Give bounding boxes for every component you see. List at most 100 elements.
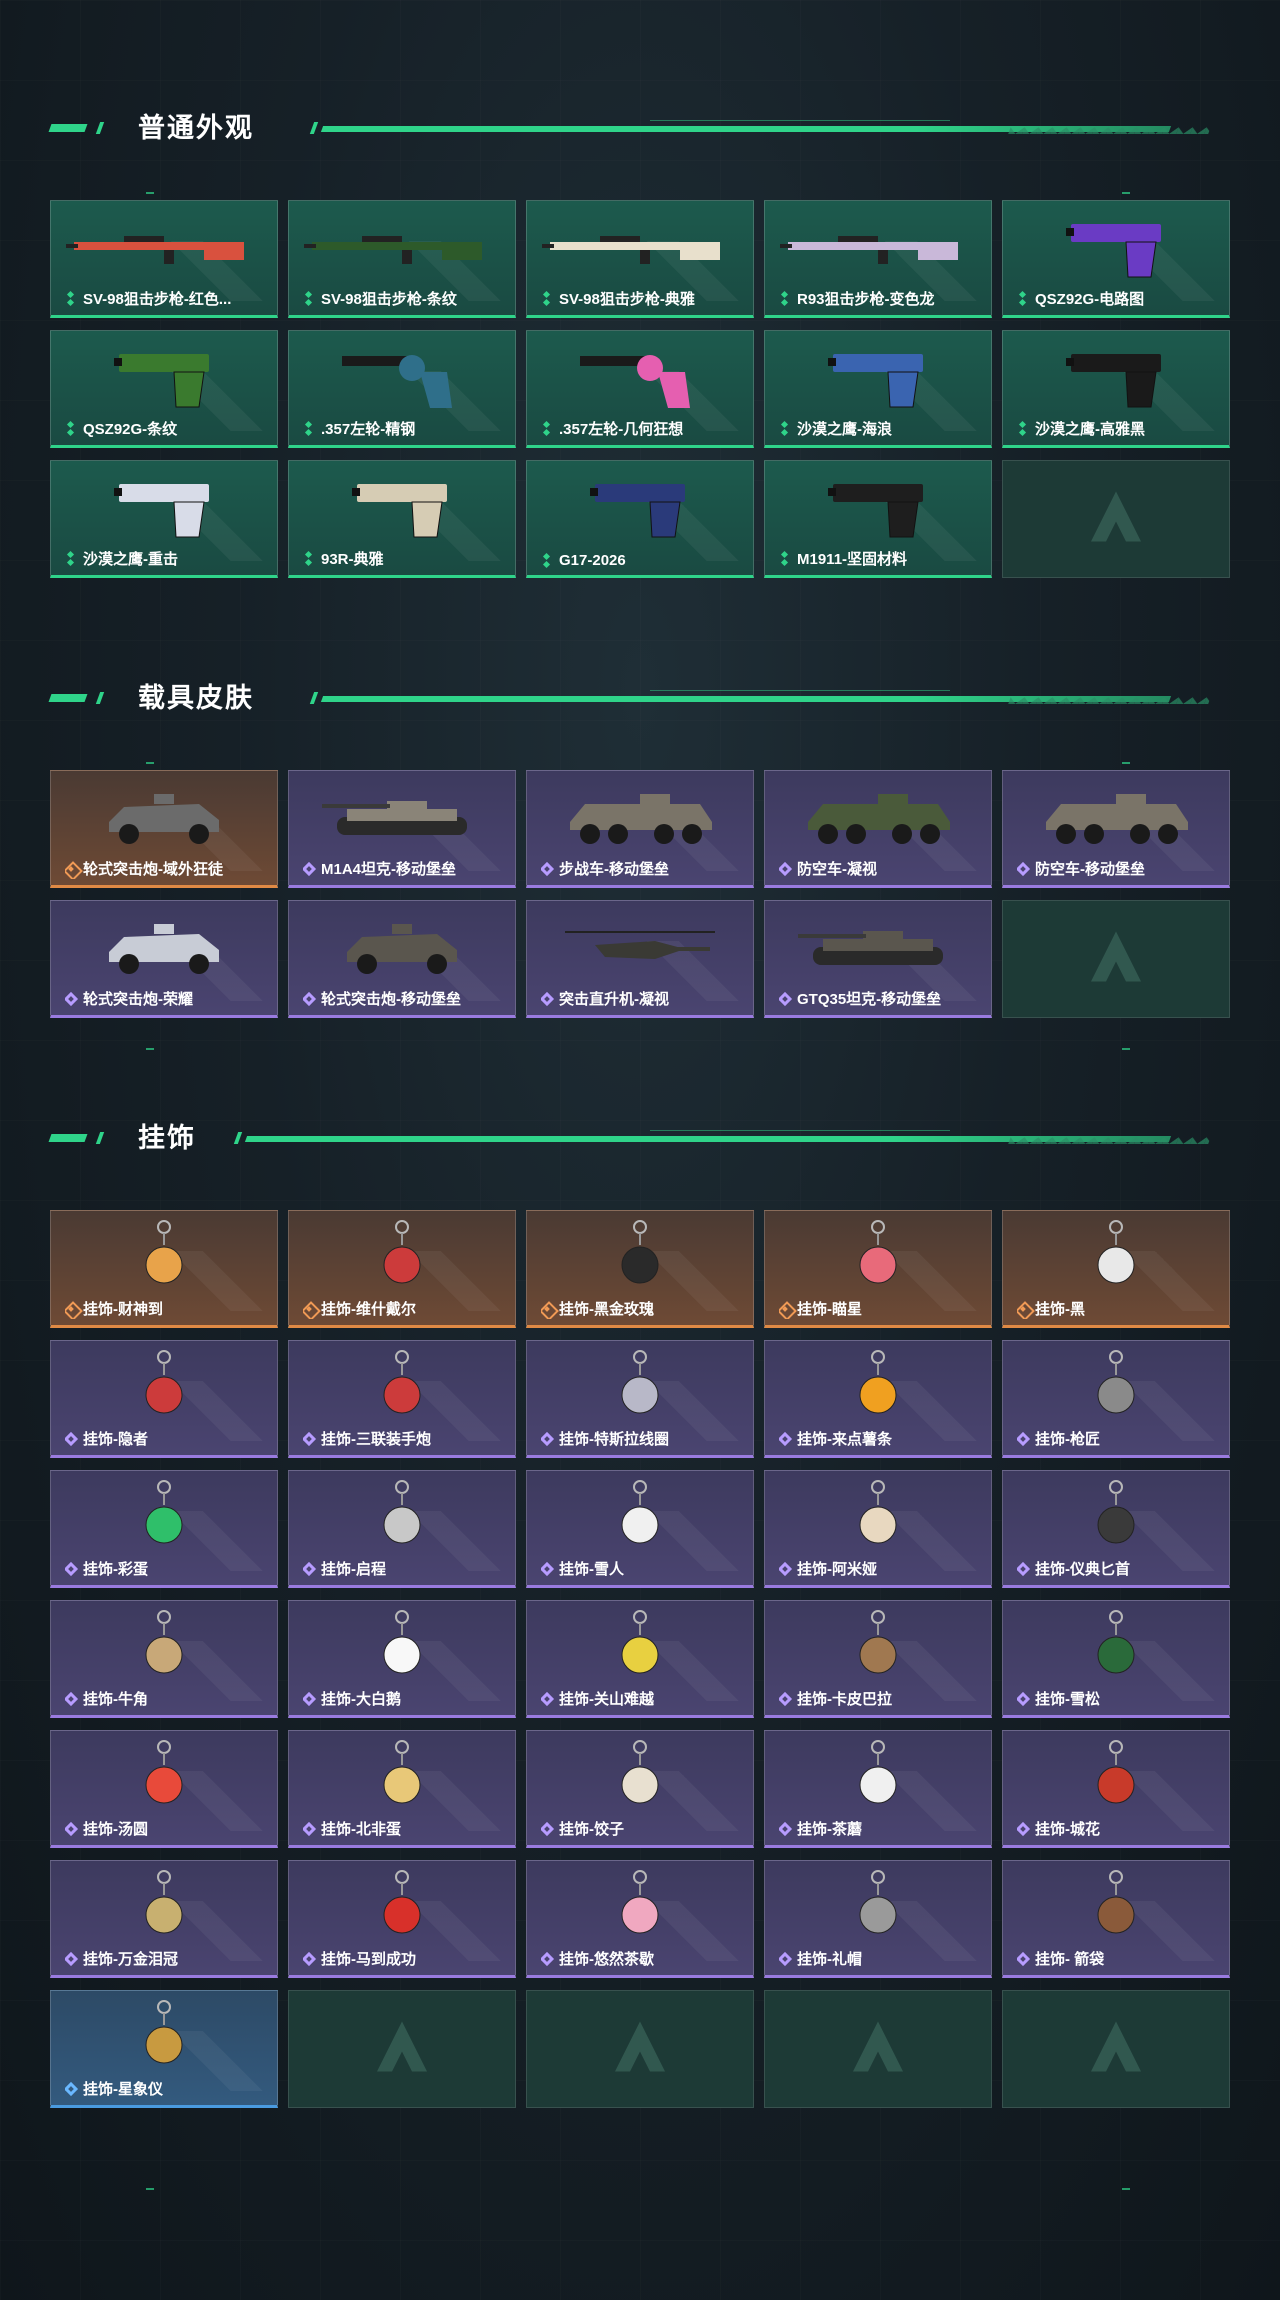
card-label: 防空车-移动堡垒 — [1017, 858, 1223, 879]
skin-card[interactable]: QSZ92G-电路图 — [1002, 200, 1230, 318]
rarity-icon — [303, 1301, 315, 1317]
skin-card[interactable]: 挂饰-北非蛋 — [288, 1730, 516, 1848]
pistol-icon — [765, 467, 991, 547]
skin-card[interactable]: 挂饰-大白鹅 — [288, 1600, 516, 1718]
skin-card[interactable]: .357左轮-精钢 — [288, 330, 516, 448]
skin-card[interactable]: 挂饰- 箭袋 — [1002, 1860, 1230, 1978]
skin-card[interactable]: 挂饰-牛角 — [50, 1600, 278, 1718]
skin-card[interactable]: 轮式突击炮-荣耀 — [50, 900, 278, 1018]
item-name: 沙漠之鹰-重击 — [83, 551, 178, 568]
card-label: G17-2026 — [541, 552, 747, 569]
skin-card[interactable]: 93R-典雅 — [288, 460, 516, 578]
item-name: SV-98狙击步枪-条纹 — [321, 291, 457, 308]
skin-card[interactable]: 沙漠之鹰-高雅黑 — [1002, 330, 1230, 448]
skin-card[interactable]: SV-98狙击步枪-红色... — [50, 200, 278, 318]
rarity-icon — [1017, 1431, 1029, 1447]
corner-mark — [146, 192, 154, 194]
item-name: 挂饰-礼帽 — [797, 1951, 862, 1968]
skin-card[interactable]: 挂饰-城花 — [1002, 1730, 1230, 1848]
card-label: 挂饰-汤圆 — [65, 1818, 271, 1839]
card-label: 挂饰-马到成功 — [303, 1948, 509, 1969]
skin-card[interactable]: 挂饰-黑 — [1002, 1210, 1230, 1328]
card-label: 挂饰-财神到 — [65, 1298, 271, 1319]
charm-icon — [51, 1997, 277, 2077]
skin-card[interactable]: 挂饰-隐者 — [50, 1340, 278, 1458]
pistol-icon — [1003, 207, 1229, 287]
rarity-icon — [1017, 1301, 1029, 1317]
skin-card[interactable]: G17-2026 — [526, 460, 754, 578]
skin-card[interactable]: 挂饰-星象仪 — [50, 1990, 278, 2108]
skin-card[interactable]: 挂饰-彩蛋 — [50, 1470, 278, 1588]
skin-card[interactable]: R93狙击步枪-变色龙 — [764, 200, 992, 318]
skin-card[interactable]: 轮式突击炮-移动堡垒 — [288, 900, 516, 1018]
rarity-icon — [303, 991, 315, 1007]
skin-card[interactable]: 挂饰-雪松 — [1002, 1600, 1230, 1718]
charm-icon — [51, 1347, 277, 1427]
skin-card[interactable]: 防空车-移动堡垒 — [1002, 770, 1230, 888]
header-thin-line — [650, 690, 950, 691]
charm-icon — [1003, 1607, 1229, 1687]
logo-icon — [848, 2017, 908, 2082]
skin-card[interactable]: 沙漠之鹰-海浪 — [764, 330, 992, 448]
skin-card[interactable]: 挂饰-关山难越 — [526, 1600, 754, 1718]
skin-card[interactable]: 步战车-移动堡垒 — [526, 770, 754, 888]
card-label: 挂饰-特斯拉线圈 — [541, 1428, 747, 1449]
rarity-icon — [779, 861, 791, 877]
skin-card[interactable]: 挂饰-枪匠 — [1002, 1340, 1230, 1458]
card-label: 挂饰-大白鹅 — [303, 1688, 509, 1709]
card-label: 挂饰-黑金玫瑰 — [541, 1298, 747, 1319]
skin-card[interactable]: 突击直升机-凝视 — [526, 900, 754, 1018]
tank-icon — [765, 907, 991, 987]
skin-card[interactable]: 挂饰-饺子 — [526, 1730, 754, 1848]
skin-card[interactable]: 挂饰-汤圆 — [50, 1730, 278, 1848]
skin-card[interactable]: QSZ92G-条纹 — [50, 330, 278, 448]
skin-card[interactable]: SV-98狙击步枪-条纹 — [288, 200, 516, 318]
rarity-icon — [541, 1301, 553, 1317]
skin-card[interactable]: M1911-坚固材料 — [764, 460, 992, 578]
skin-card[interactable]: 挂饰-来点薯条 — [764, 1340, 992, 1458]
item-name: 步战车-移动堡垒 — [559, 861, 669, 878]
rarity-icon — [541, 1821, 553, 1837]
skin-card[interactable]: M1A4坦克-移动堡垒 — [288, 770, 516, 888]
skin-card[interactable]: .357左轮-几何狂想 — [526, 330, 754, 448]
skin-card[interactable]: 挂饰-茶蘑 — [764, 1730, 992, 1848]
rarity-icon — [65, 291, 77, 307]
skin-card[interactable]: 防空车-凝视 — [764, 770, 992, 888]
rarity-icon — [1017, 1951, 1029, 1967]
skin-card[interactable]: 沙漠之鹰-重击 — [50, 460, 278, 578]
skin-card[interactable]: 挂饰-悠然茶歇 — [526, 1860, 754, 1978]
skin-card[interactable]: 轮式突击炮-域外狂徒 — [50, 770, 278, 888]
header-checker — [1006, 1130, 1214, 1148]
pistol-icon — [765, 337, 991, 417]
skin-card[interactable]: 挂饰-维什戴尔 — [288, 1210, 516, 1328]
card-label: 挂饰-阿米娅 — [779, 1558, 985, 1579]
skin-card[interactable]: SV-98狙击步枪-典雅 — [526, 200, 754, 318]
skin-card[interactable]: 挂饰-特斯拉线圈 — [526, 1340, 754, 1458]
skin-card[interactable]: 挂饰-礼帽 — [764, 1860, 992, 1978]
card-label: R93狙击步枪-变色龙 — [779, 288, 985, 309]
skin-card[interactable]: 挂饰-财神到 — [50, 1210, 278, 1328]
car-icon — [289, 907, 515, 987]
item-name: M1911-坚固材料 — [797, 551, 908, 568]
rarity-icon — [541, 1691, 553, 1707]
empty-slot — [1002, 460, 1230, 578]
skin-card[interactable]: 挂饰-三联装手炮 — [288, 1340, 516, 1458]
skin-card[interactable]: 挂饰-雪人 — [526, 1470, 754, 1588]
rarity-icon — [541, 553, 553, 569]
apc-icon — [765, 777, 991, 857]
skin-card[interactable]: 挂饰-仪典匕首 — [1002, 1470, 1230, 1588]
card-label: 沙漠之鹰-海浪 — [779, 418, 985, 439]
skin-card[interactable]: 挂饰-万金泪冠 — [50, 1860, 278, 1978]
skin-card[interactable]: 挂饰-启程 — [288, 1470, 516, 1588]
rarity-icon — [65, 1301, 77, 1317]
skin-card[interactable]: 挂饰-卡皮巴拉 — [764, 1600, 992, 1718]
rarity-icon — [303, 861, 315, 877]
charm-icon — [765, 1217, 991, 1297]
skin-card[interactable]: 挂饰-阿米娅 — [764, 1470, 992, 1588]
skin-card[interactable]: 挂饰-瞄星 — [764, 1210, 992, 1328]
skin-card[interactable]: 挂饰-黑金玫瑰 — [526, 1210, 754, 1328]
corner-mark — [146, 762, 154, 764]
rarity-icon — [65, 1951, 77, 1967]
skin-card[interactable]: 挂饰-马到成功 — [288, 1860, 516, 1978]
skin-card[interactable]: GTQ35坦克-移动堡垒 — [764, 900, 992, 1018]
